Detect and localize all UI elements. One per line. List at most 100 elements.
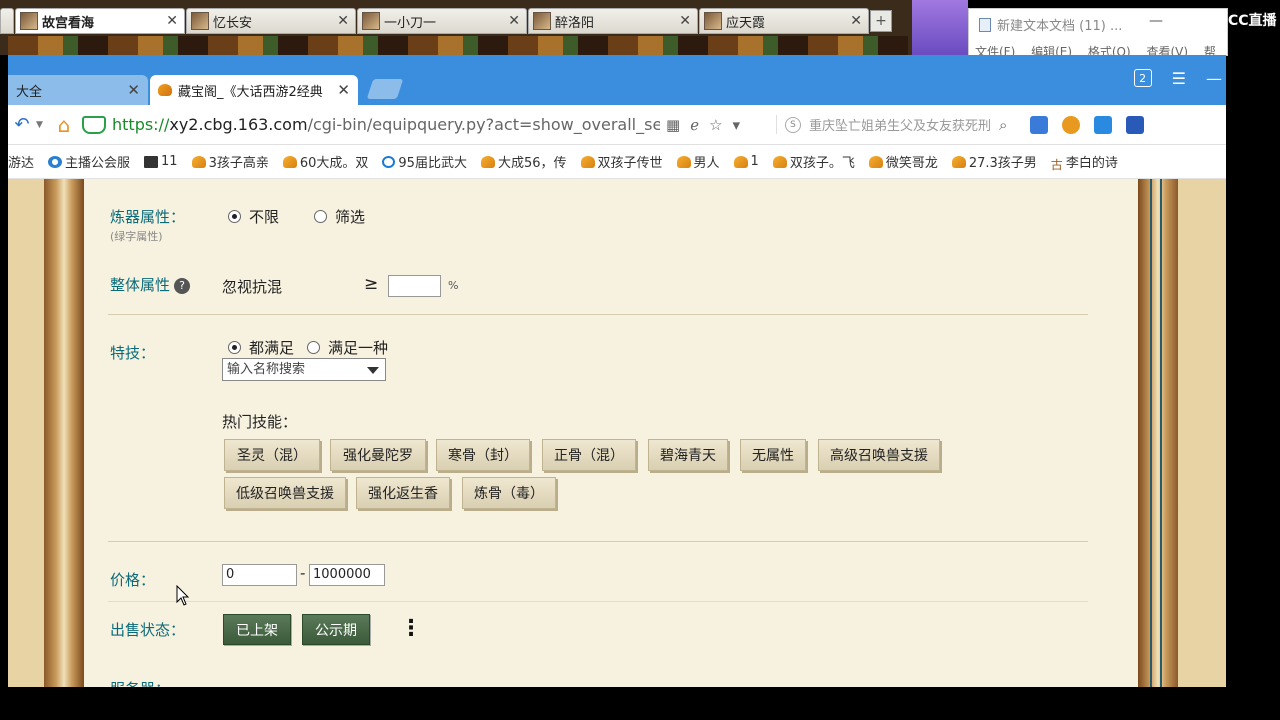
bookmark[interactable]: 双孩子传世 xyxy=(580,152,663,171)
close-icon[interactable]: ✕ xyxy=(508,13,520,29)
close-icon[interactable]: ✕ xyxy=(127,81,140,99)
skill-button[interactable]: 低级召唤兽支援 xyxy=(224,477,346,509)
minimize-icon[interactable]: — xyxy=(1206,69,1222,88)
chevron-down-icon[interactable]: ▼ xyxy=(36,120,46,130)
url-path: /cgi-bin/equipquery.py?act=show_overall_… xyxy=(307,115,660,134)
new-tab-button[interactable] xyxy=(366,79,404,99)
game-tab-label: 故宫看海 xyxy=(42,15,95,31)
bookmark[interactable]: 男人 xyxy=(676,152,720,171)
close-icon[interactable]: ✕ xyxy=(679,13,691,29)
avatar-icon xyxy=(704,12,722,30)
close-icon[interactable]: ✕ xyxy=(337,13,349,29)
bookmark[interactable]: 大成56，传 xyxy=(480,152,567,171)
skill-radio-one[interactable]: 满足一种 xyxy=(307,337,388,358)
help-icon[interactable]: ? xyxy=(174,278,191,294)
radio-selected-icon xyxy=(228,341,241,354)
qr-code-icon[interactable]: ▦ xyxy=(666,116,680,134)
skill-button[interactable]: 强化返生香 xyxy=(356,477,450,509)
game-tab[interactable]: 应天霞 ✕ xyxy=(699,8,869,34)
bookmark-label: 双孩子。飞 xyxy=(789,156,855,171)
key-icon[interactable] xyxy=(1062,115,1080,134)
bookmark-label: 27.3孩子男 xyxy=(968,156,1037,171)
skill-button[interactable]: 高级召唤兽支援 xyxy=(818,439,940,471)
page-content: 炼器属性： (绿字属性) 不限 筛选 整体属性? 忽视抗混 ≥ % 特技： 都满… xyxy=(8,179,1226,687)
game-tab-prev[interactable] xyxy=(0,8,14,34)
mouse-cursor-icon xyxy=(176,585,190,606)
shield-icon xyxy=(82,115,106,134)
skill-radio-all[interactable]: 都满足 xyxy=(228,337,294,358)
chevron-down-icon[interactable]: ▾ xyxy=(733,116,741,134)
divider xyxy=(108,541,1088,542)
bookmark[interactable]: 主播公会服 xyxy=(48,152,130,171)
skill-button[interactable]: 圣灵（混） xyxy=(224,439,320,471)
ie-compat-icon[interactable]: ℯ xyxy=(690,116,699,134)
minimize-button[interactable]: — xyxy=(1149,13,1163,29)
price-min-input[interactable]: 0 xyxy=(222,564,297,586)
ignore-resist-input[interactable] xyxy=(388,275,441,297)
avatar-icon xyxy=(191,12,209,30)
overall-attr-text: 整体属性 xyxy=(110,276,171,294)
radio-icon xyxy=(314,210,327,223)
back-icon[interactable]: ↶ xyxy=(8,114,36,135)
bookmark[interactable]: 古李白的诗 xyxy=(1051,152,1118,172)
close-icon[interactable]: ✕ xyxy=(850,13,862,29)
close-icon[interactable]: ✕ xyxy=(337,81,350,99)
price-max-input[interactable]: 1000000 xyxy=(309,564,385,586)
skill-button[interactable]: 无属性 xyxy=(740,439,806,471)
search-input[interactable]: 重庆坠亡姐弟生父及女友获死刑 xyxy=(809,115,995,134)
word-icon[interactable] xyxy=(1126,115,1144,134)
game-tab[interactable]: 故宫看海 ✕ xyxy=(15,8,185,34)
ignore-resist-label: 忽视抗混 xyxy=(222,278,283,296)
bookmark[interactable]: 微笑哥龙 xyxy=(868,152,938,171)
bookmark[interactable]: 95届比武大 xyxy=(382,152,467,171)
game-tab[interactable]: 一小刀一 ✕ xyxy=(357,8,527,34)
address-bar: ↶ ▼ ⌂ https://xy2.cbg.163.com/cgi-bin/eq… xyxy=(8,105,1226,145)
star-icon[interactable]: ☆ xyxy=(709,116,722,134)
window-count-badge[interactable]: 2 xyxy=(1133,69,1152,87)
game-tab[interactable]: 忆长安 ✕ xyxy=(186,8,356,34)
translate-icon[interactable] xyxy=(1094,115,1112,134)
bookmark[interactable]: 双孩子。飞 xyxy=(772,152,855,171)
desktop-wallpaper xyxy=(912,0,968,55)
globe-icon xyxy=(48,155,63,168)
url-field[interactable]: https://xy2.cbg.163.com/cgi-bin/equipque… xyxy=(112,115,660,134)
bookmark[interactable]: 1 xyxy=(733,154,759,169)
skill-button[interactable]: 碧海青天 xyxy=(648,439,728,471)
search-engine-icon[interactable]: S xyxy=(785,116,801,133)
add-tab-button[interactable]: + xyxy=(870,10,892,32)
bookmark[interactable]: 60大成。双 xyxy=(282,152,368,171)
bookmarks-bar: 游达 主播公会服 11 3孩子高亲 60大成。双 95届比武大 大成56，传 双… xyxy=(8,145,1226,179)
browser-tab-active[interactable]: 藏宝阁_《大话西游2经典 ✕ xyxy=(150,75,358,105)
home-icon[interactable]: ⌂ xyxy=(46,113,82,137)
status-listed-button[interactable]: 已上架 xyxy=(223,614,291,645)
refine-attr-label: 炼器属性： xyxy=(110,208,186,226)
status-public-button[interactable]: 公示期 xyxy=(302,614,370,645)
refine-radio-all[interactable]: 不限 xyxy=(228,206,279,227)
cbg-favicon-icon xyxy=(733,155,748,168)
bookmark[interactable]: 3孩子高亲 xyxy=(191,152,269,171)
search-box[interactable]: S 重庆坠亡姐弟生父及女友获死刑 ⌕ xyxy=(776,115,1016,134)
game-tab[interactable]: 醉洛阳 ✕ xyxy=(528,8,698,34)
refine-radio-filter[interactable]: 筛选 xyxy=(314,206,365,227)
cbg-favicon-icon xyxy=(951,155,966,168)
notepad-window[interactable]: 新建文本文档 (11) ... — 文件(F) 编辑(E) 格式(O) 查看(V… xyxy=(968,8,1228,57)
skill-search-select[interactable]: 输入名称搜索 xyxy=(222,358,386,381)
close-icon[interactable]: ✕ xyxy=(166,13,178,29)
menu-icon[interactable]: ☰ xyxy=(1172,69,1186,88)
skill-button[interactable]: 寒骨（封） xyxy=(436,439,530,471)
skill-button[interactable]: 强化曼陀罗 xyxy=(330,439,426,471)
extension-icon[interactable] xyxy=(1030,115,1048,134)
more-options-icon[interactable]: ⋮ xyxy=(400,618,422,640)
server-label: 服务器： xyxy=(110,678,170,687)
bookmark-label: 游达 xyxy=(8,156,35,171)
skill-button[interactable]: 炼骨（毒） xyxy=(462,477,556,509)
cbg-favicon-icon xyxy=(282,155,297,168)
decorative-frame-left xyxy=(44,179,84,687)
bookmark[interactable]: 27.3孩子男 xyxy=(951,152,1037,171)
browser-tab-label: 藏宝阁_《大话西游2经典 xyxy=(178,84,323,100)
bookmark[interactable]: 11 xyxy=(144,154,178,169)
skill-button[interactable]: 正骨（混） xyxy=(542,439,636,471)
search-icon[interactable]: ⌕ xyxy=(999,116,1007,134)
browser-tab[interactable]: 大全 ✕ xyxy=(8,75,148,105)
bookmark[interactable]: 游达 xyxy=(8,152,34,171)
